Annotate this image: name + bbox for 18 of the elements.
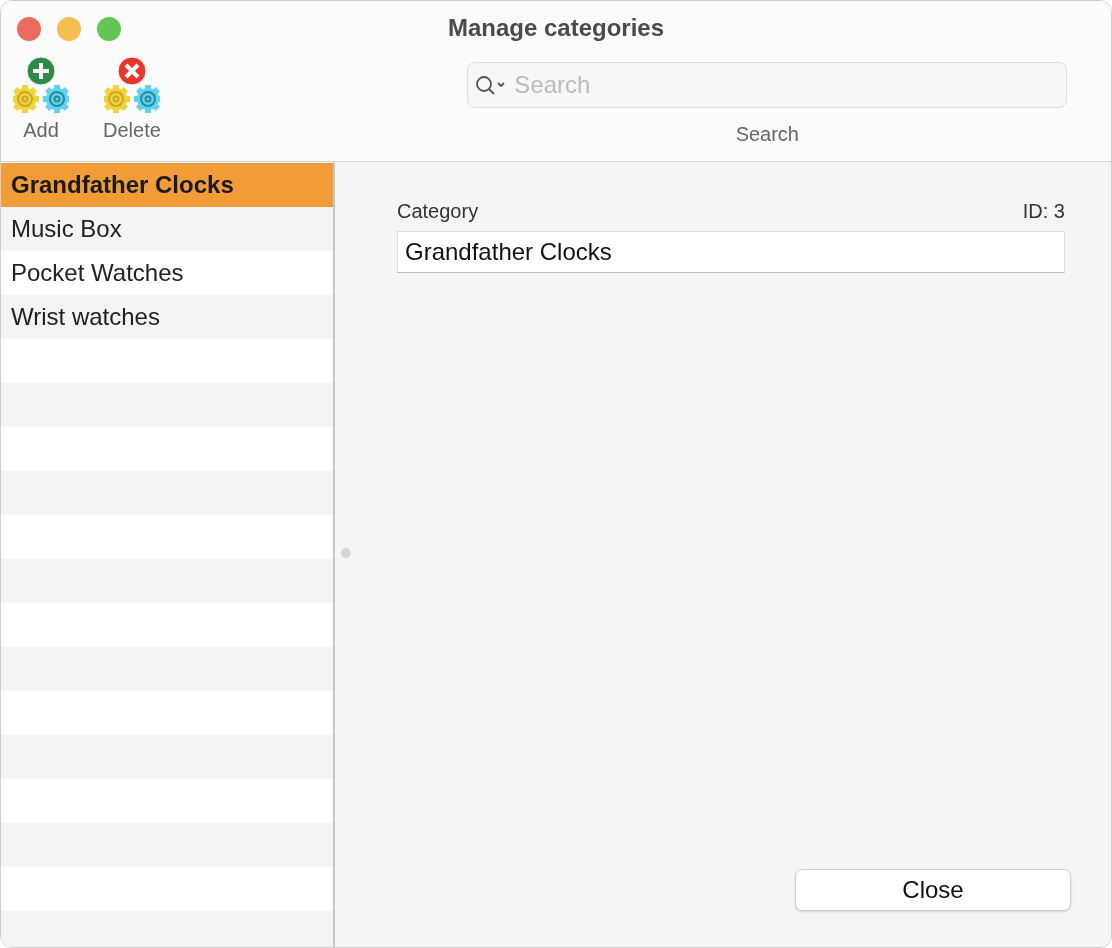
- delete-gears-icon: [103, 57, 160, 113]
- search-label: Search: [735, 123, 799, 146]
- split-handle[interactable]: [341, 548, 351, 558]
- category-item[interactable]: Wrist watches: [1, 295, 333, 339]
- id-label: ID: 3: [1022, 200, 1065, 223]
- add-gears-icon: [13, 57, 69, 113]
- close-window-button[interactable]: [17, 17, 41, 41]
- minimize-window-button[interactable]: [57, 17, 81, 41]
- zoom-window-button[interactable]: [97, 17, 121, 41]
- category-item[interactable]: Grandfather Clocks: [1, 163, 333, 207]
- category-label: Category: [397, 200, 479, 223]
- toolbar-button[interactable]: Delete: [103, 57, 161, 146]
- search-field[interactable]: Search: [467, 62, 1068, 108]
- category-item[interactable]: Music Box: [1, 207, 333, 251]
- toolbar-button[interactable]: Add: [13, 57, 69, 146]
- close-button[interactable]: Close: [795, 869, 1071, 911]
- category-input-field[interactable]: Grandfather Clocks: [397, 231, 1065, 273]
- window-title: Manage categories: [447, 13, 665, 43]
